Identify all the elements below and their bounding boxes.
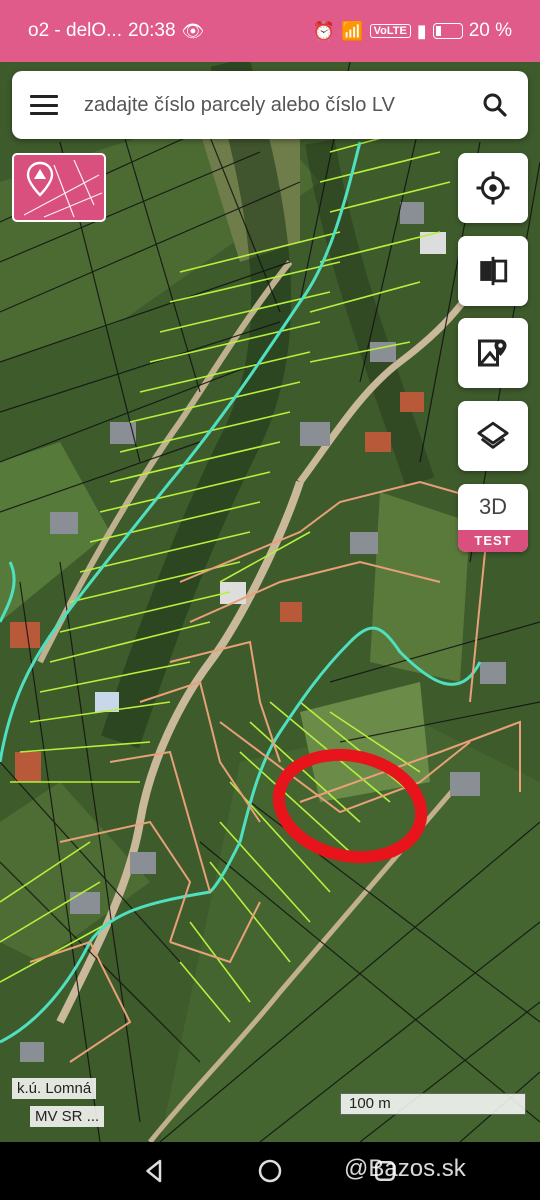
alarm-icon: ⏰ <box>312 20 336 41</box>
volte-badge: VoLTE <box>369 24 411 38</box>
menu-icon[interactable] <box>30 95 58 115</box>
eye-icon: 👁 <box>181 20 205 41</box>
google-maps-button[interactable] <box>458 318 528 388</box>
compare-maps-button[interactable] <box>458 236 528 306</box>
carrier-label: o2 - delO... <box>28 20 122 41</box>
three-d-button[interactable]: 3D TEST <box>458 484 528 552</box>
search-icon[interactable] <box>480 90 510 120</box>
split-compare-icon <box>480 256 508 286</box>
crosshair-icon <box>476 171 510 205</box>
layers-icon <box>477 421 509 449</box>
map-source-label[interactable]: MV SR ... <box>30 1106 105 1127</box>
cadastral-area-label: k.ú. Lomná <box>12 1078 97 1099</box>
home-icon[interactable] <box>255 1156 285 1186</box>
status-bar: o2 - delO... 20:38 👁 ⏰ 📶 VoLTE ▮ 20 % <box>0 0 540 62</box>
cadastral-map[interactable] <box>0 62 540 1142</box>
search-bar[interactable]: zadajte číslo parcely alebo číslo LV <box>12 71 528 139</box>
google-maps-icon <box>478 339 507 367</box>
search-input[interactable]: zadajte číslo parcely alebo číslo LV <box>84 94 470 117</box>
battery-level: 20 % <box>468 20 512 41</box>
battery-icon <box>432 23 463 39</box>
clock: 20:38 <box>128 20 176 41</box>
back-icon[interactable] <box>140 1156 170 1186</box>
cadastral-map-icon <box>23 159 103 218</box>
three-d-label: 3D <box>478 494 508 519</box>
my-location-button[interactable] <box>458 153 528 223</box>
watermark: @Bazos.sk <box>344 1155 466 1182</box>
wifi-icon: 📶 <box>341 20 364 41</box>
test-badge: TEST <box>458 530 528 552</box>
layers-button[interactable] <box>458 401 528 471</box>
signal-icon: ▮ <box>416 20 427 41</box>
scale-bar: 100 m <box>340 1093 526 1115</box>
map-style-thumbnail[interactable] <box>12 153 106 222</box>
